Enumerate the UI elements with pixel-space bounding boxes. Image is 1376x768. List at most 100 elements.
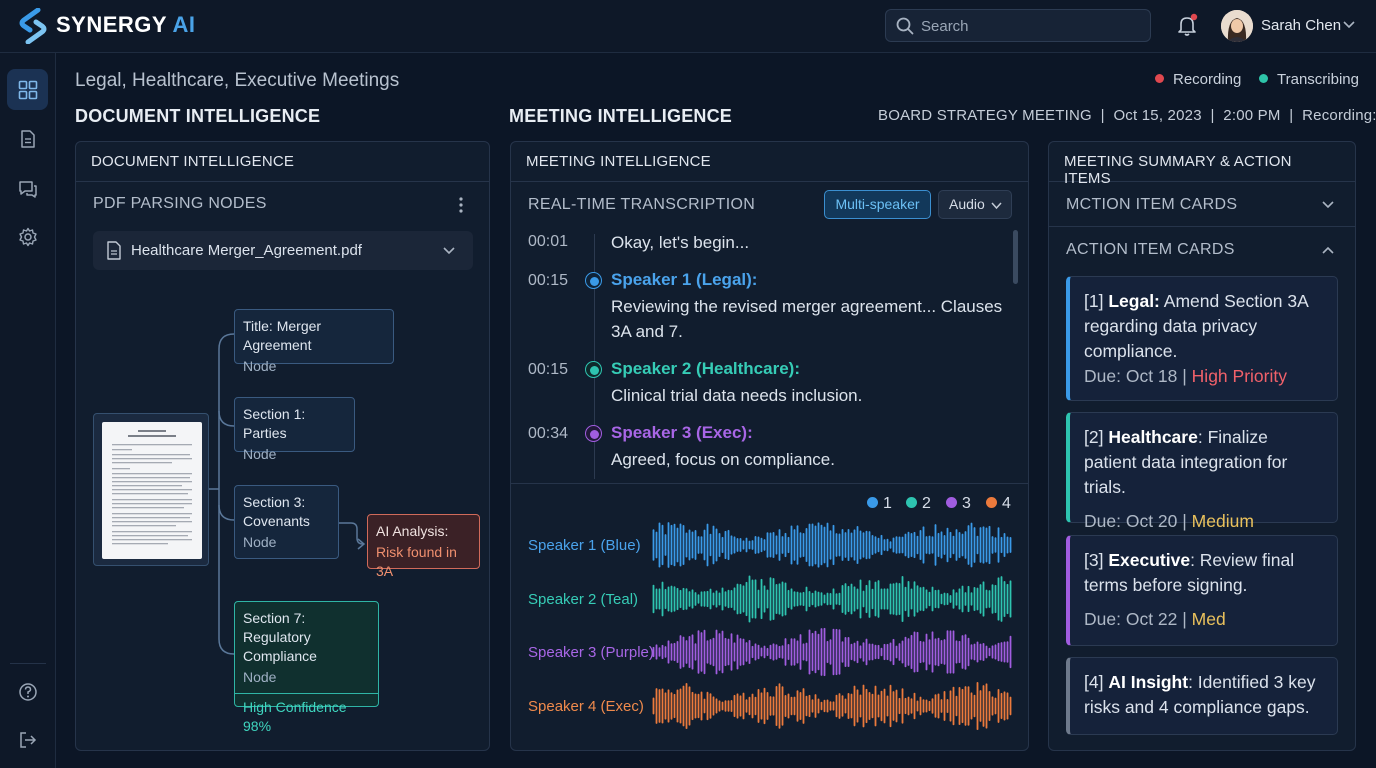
action-card-4[interactable]: [4] AI Insight: Identified 3 key risks a… — [1066, 657, 1338, 735]
node-section-7-label-1: Section 7: Regulatory — [243, 610, 311, 645]
node-ai-analysis[interactable]: AI Analysis: Risk found in 3A — [367, 514, 480, 579]
chat-icon — [18, 180, 37, 198]
card-number: [1] — [1084, 291, 1104, 311]
priority-badge: Med — [1191, 609, 1226, 629]
doc-section-title: DOCUMENT INTELLIGENCE — [75, 106, 321, 126]
legend-item-3: 3 — [946, 495, 971, 513]
legend-dot-icon — [986, 497, 997, 508]
summary-panel-title: MEETING SUMMARY & ACTION ITEMS — [1049, 142, 1355, 187]
legend-item-4: 4 — [986, 495, 1011, 513]
action-card-3[interactable]: [3] Executive: Review final terms before… — [1066, 535, 1338, 646]
speaker-2-name: Speaker 2 (Healthcare): — [611, 359, 800, 378]
accordion-collapsed-label: MCTION ITEM CARDS — [1066, 196, 1238, 213]
help-icon — [18, 682, 37, 701]
avatar[interactable] — [1221, 10, 1253, 42]
accordion-expanded[interactable]: ACTION ITEM CARDS — [1049, 228, 1355, 272]
legend-dot-icon — [946, 497, 957, 508]
node-section-3-label-1: Section 3: — [243, 494, 306, 510]
pdf-page-preview — [102, 422, 202, 559]
recording-dot-icon — [1155, 74, 1164, 83]
logout-icon — [19, 731, 36, 748]
chevron-up-icon — [1322, 246, 1334, 254]
status-transcribing: Transcribing — [1259, 71, 1359, 88]
sidebar-divider — [10, 663, 46, 664]
sidebar-item-meetings[interactable] — [7, 168, 48, 209]
node-section-3-label-2: Covenants — [243, 513, 310, 529]
sidebar-item-documents[interactable] — [7, 118, 48, 159]
ai-analysis-risk: Risk found in 3A — [376, 544, 457, 579]
user-name[interactable]: Sarah Chen — [1261, 17, 1341, 34]
summary-panel: MEETING SUMMARY & ACTION ITEMS MCTION IT… — [1048, 141, 1356, 751]
sidebar-item-logout[interactable] — [7, 719, 48, 760]
status-recording: Recording — [1155, 71, 1241, 88]
action-card-text: [4] AI Insight: Identified 3 key risks a… — [1084, 670, 1323, 720]
card-due: Due: Oct 22 | Med — [1084, 607, 1323, 632]
brand-accent: AI — [172, 12, 196, 37]
meeting-panel: MEETING INTELLIGENCE REAL-TIME TRANSCRIP… — [510, 141, 1029, 751]
node-section-3[interactable]: Section 3: Covenants Node — [234, 485, 339, 559]
transcript-timeline — [594, 234, 595, 479]
card-owner: Executive — [1108, 550, 1191, 570]
sidebar-item-help[interactable] — [7, 671, 48, 712]
card-owner: Legal: — [1108, 291, 1160, 311]
transcript-time: 00:15 — [528, 361, 569, 378]
speaker-1-name: Speaker 1 (Legal): — [611, 270, 758, 289]
action-card-1[interactable]: [1] Legal: Amend Section 3A regarding da… — [1066, 276, 1338, 401]
chevron-down-icon — [1322, 201, 1334, 209]
card-owner: Healthcare — [1108, 427, 1198, 447]
action-card-text: [1] Legal: Amend Section 3A regarding da… — [1084, 289, 1323, 364]
legend-item-2: 2 — [906, 495, 931, 513]
document-icon — [20, 129, 35, 148]
action-card-text: [3] Executive: Review final terms before… — [1084, 548, 1323, 598]
card-number: [2] — [1084, 427, 1104, 447]
transcript-text: Clinical trial data needs inclusion. — [611, 386, 863, 405]
speaker-3-marker — [585, 425, 602, 442]
legend-dot-icon — [906, 497, 917, 508]
transcript-text: Agreed, focus on compliance. — [611, 450, 835, 469]
status-recording-label: Recording — [1173, 71, 1242, 88]
node-section-3-type: Node — [243, 534, 277, 550]
card-due: Due: Oct 20 | Medium — [1084, 509, 1323, 534]
node-section-7-type: Node — [243, 669, 277, 685]
pdf-thumbnail[interactable] — [93, 413, 209, 566]
sidebar-item-settings[interactable] — [7, 216, 48, 257]
page-subtitle: Legal, Healthcare, Executive Meetings — [75, 70, 400, 91]
speaker-1-marker — [585, 272, 602, 289]
legend-dot-icon — [867, 497, 878, 508]
speaker-3-name: Speaker 3 (Exec): — [611, 423, 753, 442]
notification-bell-icon[interactable] — [1175, 13, 1199, 37]
search-input[interactable] — [921, 16, 1141, 36]
legend-item-1: 1 — [867, 495, 892, 513]
node-section-1[interactable]: Section 1: Parties Node — [234, 397, 355, 462]
meeting-section-title: MEETING INTELLIGENCE — [509, 106, 733, 126]
node-title-type: Node — [243, 358, 277, 374]
node-section-1-label: Section 1: Parties — [243, 406, 306, 441]
node-section-7-label-2: Compliance — [243, 648, 317, 664]
node-title[interactable]: Title: Merger Agreement Node — [234, 309, 394, 374]
card-number: [3] — [1084, 550, 1104, 570]
node-section-7[interactable]: Section 7: Regulatory Compliance Node Hi… — [234, 601, 379, 734]
audio-dropdown-label: Audio — [949, 196, 985, 212]
node-divider — [235, 693, 378, 694]
card-due-date: Due: Oct 22 | — [1084, 609, 1187, 629]
confidence-badge: High Confidence 98% — [243, 699, 347, 734]
card-due-date: Due: Oct 18 | — [1084, 366, 1187, 386]
search-box[interactable] — [885, 9, 1151, 42]
sidebar-item-dashboard[interactable] — [7, 69, 48, 110]
gear-icon — [18, 227, 37, 246]
card-due-date: Due: Oct 20 | — [1084, 511, 1187, 531]
chevron-down-icon[interactable] — [1342, 18, 1356, 32]
speaker-2-marker — [585, 361, 602, 378]
document-panel: DOCUMENT INTELLIGENCE PDF PARSING NODES … — [75, 141, 490, 751]
ai-analysis-label: AI Analysis: — [376, 523, 449, 539]
brand-name: SYNERGY AI — [56, 12, 195, 38]
node-section-1-type: Node — [243, 446, 277, 462]
accordion-collapsed[interactable]: MCTION ITEM CARDS — [1049, 183, 1355, 227]
waveform-speaker-1 — [652, 522, 1012, 568]
document-preview-icon — [112, 430, 192, 545]
waveform-speaker-4 — [652, 681, 1012, 731]
multi-speaker-toggle[interactable]: Multi-speaker — [824, 190, 931, 219]
sidebar — [0, 53, 56, 768]
audio-dropdown[interactable]: Audio — [938, 190, 1012, 219]
action-card-2[interactable]: [2] Healthcare: Finalize patient data in… — [1066, 412, 1338, 531]
